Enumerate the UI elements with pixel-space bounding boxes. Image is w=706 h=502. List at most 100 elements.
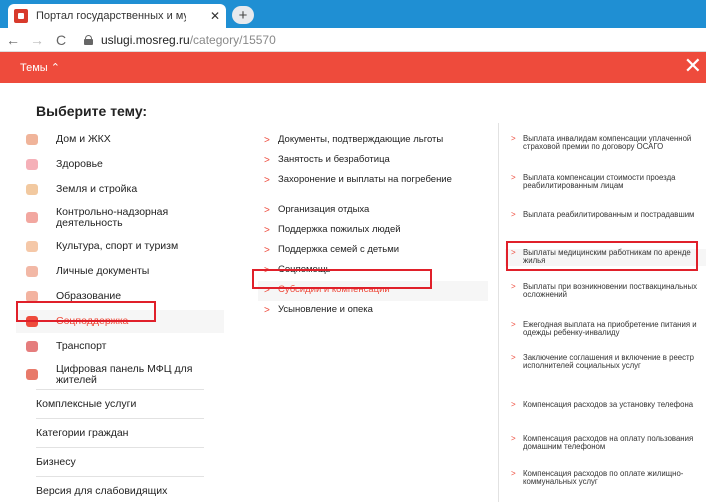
category-item[interactable]: Транспорт <box>16 335 224 358</box>
chevron-right-icon: > <box>511 173 516 182</box>
subcategory-label: Усыновление и опека <box>278 304 373 315</box>
service-item[interactable]: > Выплата компенсации стоимости проезда р… <box>505 173 706 191</box>
service-item[interactable]: > Компенсация расходов по оплате жилищно-… <box>505 469 706 487</box>
service-label: Компенсация расходов за установку телефо… <box>523 400 694 409</box>
subcategory-label: Захоронение и выплаты на погребение <box>278 174 452 185</box>
browser-tabstrip: Портал государственных и муни ✕ + <box>0 0 706 28</box>
category-item[interactable]: Соцподдержка <box>16 310 224 333</box>
bottom-link[interactable]: Комплексные услуги <box>36 389 204 418</box>
category-item[interactable]: Культура, спорт и туризм <box>16 235 224 258</box>
category-item[interactable]: Контрольно-надзорная деятельность <box>16 203 224 233</box>
subcategory-label: Документы, подтверждающие льготы <box>278 134 444 145</box>
subcategory-item[interactable]: > Поддержка семей с детьми <box>258 241 488 261</box>
extra-links: Комплексные услуги Категории граждан Бизне… <box>36 389 204 502</box>
service-item[interactable]: > Выплаты при возникновении поствакциналь… <box>505 282 706 300</box>
subcategory-item[interactable]: > Усыновление и опека <box>258 301 488 321</box>
url-path: /category/15570 <box>189 32 276 47</box>
category-item[interactable]: Образование <box>16 285 224 308</box>
chevron-right-icon: > <box>264 155 270 166</box>
subcategory-item[interactable]: > Документы, подтверждающие льготы <box>258 131 488 151</box>
topics-toggle[interactable]: Темы ⌃ <box>20 61 60 74</box>
category-label: Дом и ЖКХ <box>56 133 111 145</box>
subcategory-label: Субсидии и компенсации <box>278 284 390 295</box>
bottom-link[interactable]: Бизнесу <box>36 447 204 476</box>
category-icon <box>26 369 38 380</box>
category-icon <box>26 133 38 145</box>
category-item[interactable]: Личные документы <box>16 260 224 283</box>
category-item[interactable]: Здоровье <box>16 153 224 176</box>
category-label: Транспорт <box>56 340 107 352</box>
chevron-right-icon: > <box>511 400 516 409</box>
service-label: Ежегодная выплата на приобретение питани… <box>523 320 697 338</box>
service-item[interactable]: > Заключение соглашения и включение в рее… <box>505 353 706 371</box>
subcategory-label: Соцпомощь <box>278 264 331 275</box>
category-icon <box>26 183 38 195</box>
category-list: Дом и ЖКХ Здоровье Земля и стройка Контроль… <box>16 128 224 392</box>
category-label: Цифровая панель МФЦ для жителей <box>56 363 193 386</box>
category-icon <box>26 340 38 352</box>
subcategory-label: Организация отдыха <box>278 204 370 215</box>
service-item[interactable]: > Ежегодная выплата на приобретение питан… <box>505 320 706 338</box>
subcategory-label: Занятость и безработица <box>278 154 390 165</box>
category-icon <box>26 265 38 277</box>
category-item[interactable]: Дом и ЖКХ <box>16 128 224 151</box>
chevron-right-icon: > <box>264 305 270 316</box>
forward-arrow-icon[interactable]: → <box>26 32 48 48</box>
url-field[interactable]: uslugi.mosreg.ru /category/15570 <box>84 33 276 47</box>
chevron-right-icon: > <box>511 248 516 257</box>
close-icon[interactable]: ✕ <box>684 55 702 77</box>
service-item[interactable]: > Выплата инвалидам компенсации уплаченно… <box>505 134 706 152</box>
browser-tab[interactable]: Портал государственных и муни ✕ <box>8 4 226 28</box>
category-icon <box>26 240 38 252</box>
service-item[interactable]: > Выплаты медицинским работникам по аренд… <box>505 248 706 266</box>
service-label: Компенсация расходов на оплату пользован… <box>523 434 694 452</box>
subcategory-item[interactable]: > Поддержка пожилых людей <box>258 221 488 241</box>
url-host: uslugi.mosreg.ru <box>101 32 190 47</box>
chevron-right-icon: > <box>264 285 270 296</box>
chevron-right-icon: > <box>511 210 516 219</box>
service-label: Выплаты медицинским работникам по аренде… <box>523 248 691 266</box>
address-bar: ← → C uslugi.mosreg.ru /category/15570 <box>0 28 706 52</box>
bottom-link[interactable]: Категории граждан <box>36 418 204 447</box>
subcategory-label: Поддержка семей с детьми <box>278 244 400 255</box>
reload-icon[interactable]: C <box>50 32 72 48</box>
category-item[interactable]: Цифровая панель МФЦ для жителей <box>16 360 224 390</box>
chevron-right-icon: > <box>264 175 270 186</box>
category-label: Соцподдержка <box>56 315 129 327</box>
service-item[interactable]: > Компенсация расходов за установку телеф… <box>505 400 706 409</box>
service-label: Заключение соглашения и включение в реес… <box>523 353 694 371</box>
subcategory-item[interactable]: > Соцпомощь <box>258 261 488 281</box>
subcategory-list: > Документы, подтверждающие льготы > Занято… <box>258 131 488 321</box>
service-item[interactable]: > Выплата реабилитированным и пострадавши… <box>505 210 706 219</box>
category-icon <box>26 315 38 327</box>
category-item[interactable]: Земля и стройка <box>16 178 224 201</box>
subcategory-item[interactable]: > Субсидии и компенсации <box>258 281 488 301</box>
category-icon <box>26 158 38 170</box>
new-tab-button[interactable]: + <box>232 6 254 24</box>
service-label: Компенсация расходов по оплате жилищно-к… <box>523 469 684 487</box>
chevron-right-icon: > <box>264 265 270 276</box>
chevron-right-icon: > <box>511 320 516 329</box>
chevron-right-icon: > <box>264 245 270 256</box>
site-header: Темы ⌃ ✕ <box>0 52 706 83</box>
lock-icon <box>84 34 93 45</box>
subcategory-item[interactable]: > Захоронение и выплаты на погребение <box>258 171 488 201</box>
subcategory-item[interactable]: > Организация отдыха <box>258 201 488 221</box>
chevron-right-icon: > <box>511 434 516 443</box>
service-label: Выплата компенсации стоимости проезда ре… <box>523 173 676 191</box>
tab-close-icon[interactable]: ✕ <box>210 9 220 23</box>
bottom-link[interactable]: Версия для слабовидящих <box>36 476 204 502</box>
service-item[interactable]: > Компенсация расходов на оплату пользова… <box>505 434 706 452</box>
category-icon <box>26 212 38 223</box>
category-label: Земля и стройка <box>56 183 138 195</box>
site-favicon-icon <box>14 9 28 23</box>
service-label: Выплата реабилитированным и пострадавшим <box>523 210 695 219</box>
chevron-right-icon: > <box>511 469 516 478</box>
category-icon <box>26 290 38 302</box>
tab-title: Портал государственных и муни <box>36 10 186 22</box>
back-arrow-icon[interactable]: ← <box>2 32 24 48</box>
category-label: Контрольно-надзорная деятельность <box>56 206 169 229</box>
service-label: Выплата инвалидам компенсации уплаченной… <box>523 134 692 152</box>
topics-panel: Выберите тему: Дом и ЖКХ Здоровье Земля и … <box>0 83 706 502</box>
subcategory-item[interactable]: > Занятость и безработица <box>258 151 488 171</box>
